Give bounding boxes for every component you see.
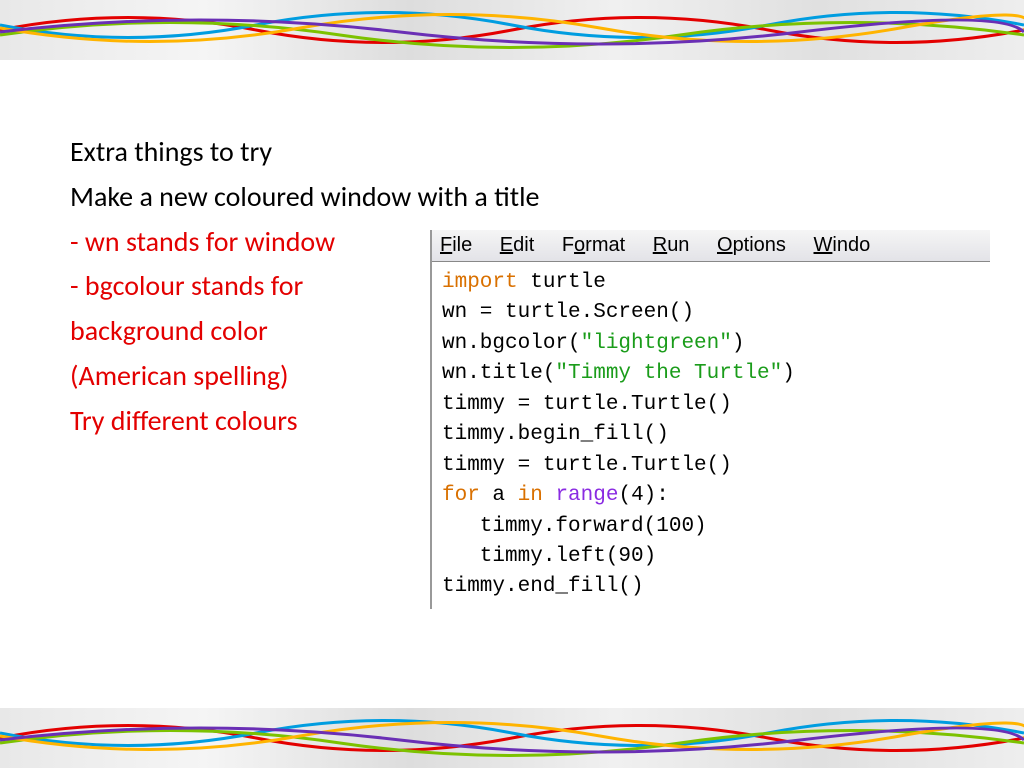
note-line: - wn stands for window (70, 220, 420, 265)
note-line: - bgcolour stands for (70, 264, 420, 309)
keyword-in: in (518, 484, 543, 507)
decorative-border-bottom (0, 708, 1024, 768)
builtin-range: range (543, 484, 619, 507)
idle-editor-screenshot: File Edit Format Run Options Windo impor… (430, 230, 990, 609)
menu-options[interactable]: Options (717, 234, 786, 256)
menu-file[interactable]: File (440, 234, 472, 256)
string-literal: "lightgreen" (581, 332, 732, 355)
slide-title: Extra things to try (70, 130, 954, 175)
notes-column: - wn stands for window - bgcolour stands… (70, 220, 420, 444)
note-line: background color (70, 309, 420, 354)
note-line: Try different colours (70, 399, 420, 444)
menu-window[interactable]: Windo (814, 234, 871, 256)
menu-edit[interactable]: Edit (500, 234, 534, 256)
slide-subtitle: Make a new coloured window with a title (70, 175, 954, 220)
string-literal: "Timmy the Turtle" (555, 362, 782, 385)
keyword-for: for (442, 484, 480, 507)
keyword-import: import (442, 271, 518, 294)
decorative-border-top (0, 0, 1024, 60)
menu-format[interactable]: Format (562, 234, 625, 256)
menu-run[interactable]: Run (653, 234, 690, 256)
code-area[interactable]: import turtle wn = turtle.Screen() wn.bg… (432, 262, 990, 609)
menubar: File Edit Format Run Options Windo (432, 230, 990, 262)
slide-content: Extra things to try Make a new coloured … (0, 80, 1024, 688)
note-line: (American spelling) (70, 354, 420, 399)
